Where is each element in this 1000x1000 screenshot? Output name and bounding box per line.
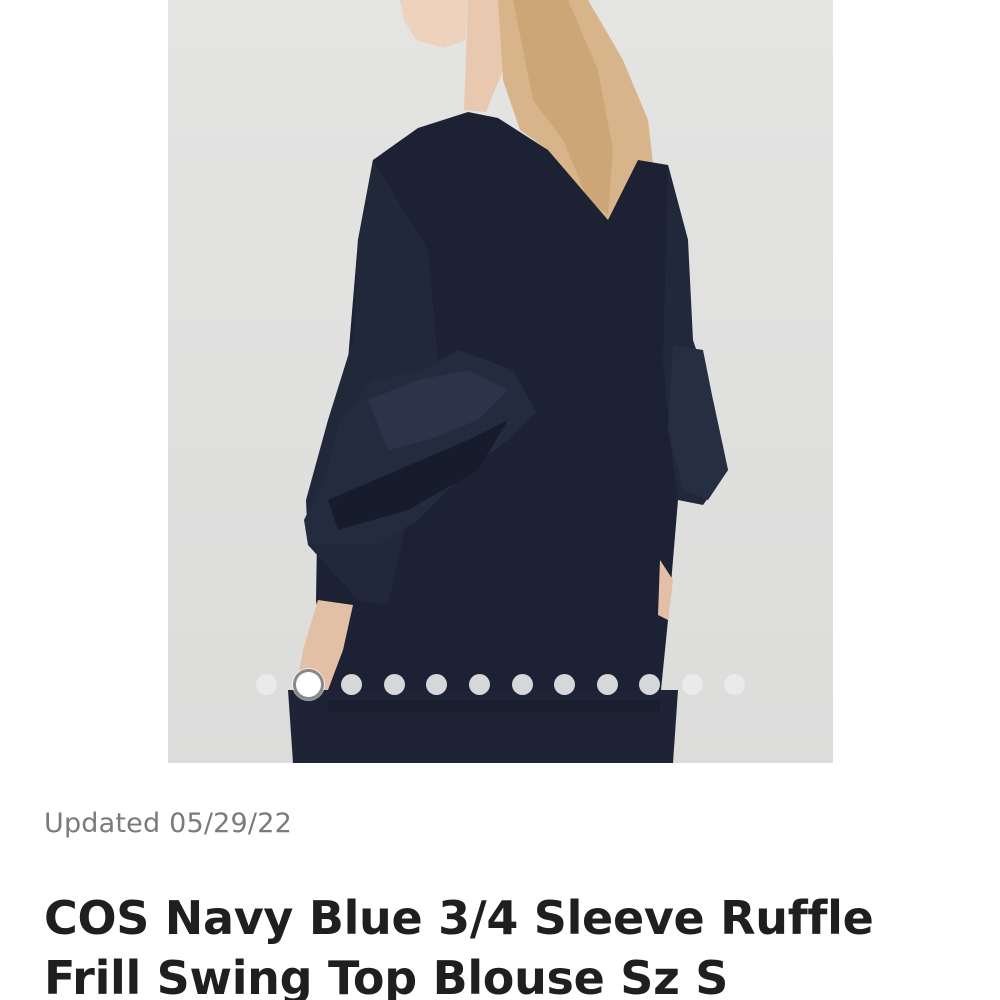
carousel-pagination — [168, 668, 833, 700]
carousel-dot[interactable] — [468, 673, 490, 695]
listing-title: COS Navy Blue 3/4 Sleeve Ruffle Frill Sw… — [44, 891, 874, 1000]
product-photo — [288, 0, 728, 763]
carousel-dot[interactable] — [341, 673, 363, 695]
carousel-dot[interactable] — [383, 673, 405, 695]
carousel-dot[interactable] — [511, 673, 533, 695]
carousel-dot[interactable] — [681, 673, 703, 695]
carousel-dot[interactable] — [596, 673, 618, 695]
carousel-dot[interactable] — [554, 673, 576, 695]
carousel-dot[interactable] — [255, 673, 277, 695]
product-image-carousel[interactable] — [168, 0, 833, 763]
carousel-dot[interactable] — [426, 673, 448, 695]
carousel-dot[interactable] — [724, 673, 746, 695]
updated-date: Updated 05/29/22 — [44, 808, 292, 839]
carousel-dot[interactable] — [639, 673, 661, 695]
carousel-dot-active[interactable] — [293, 668, 325, 700]
listing-page: Updated 05/29/22 COS Navy Blue 3/4 Sleev… — [0, 0, 1000, 1000]
